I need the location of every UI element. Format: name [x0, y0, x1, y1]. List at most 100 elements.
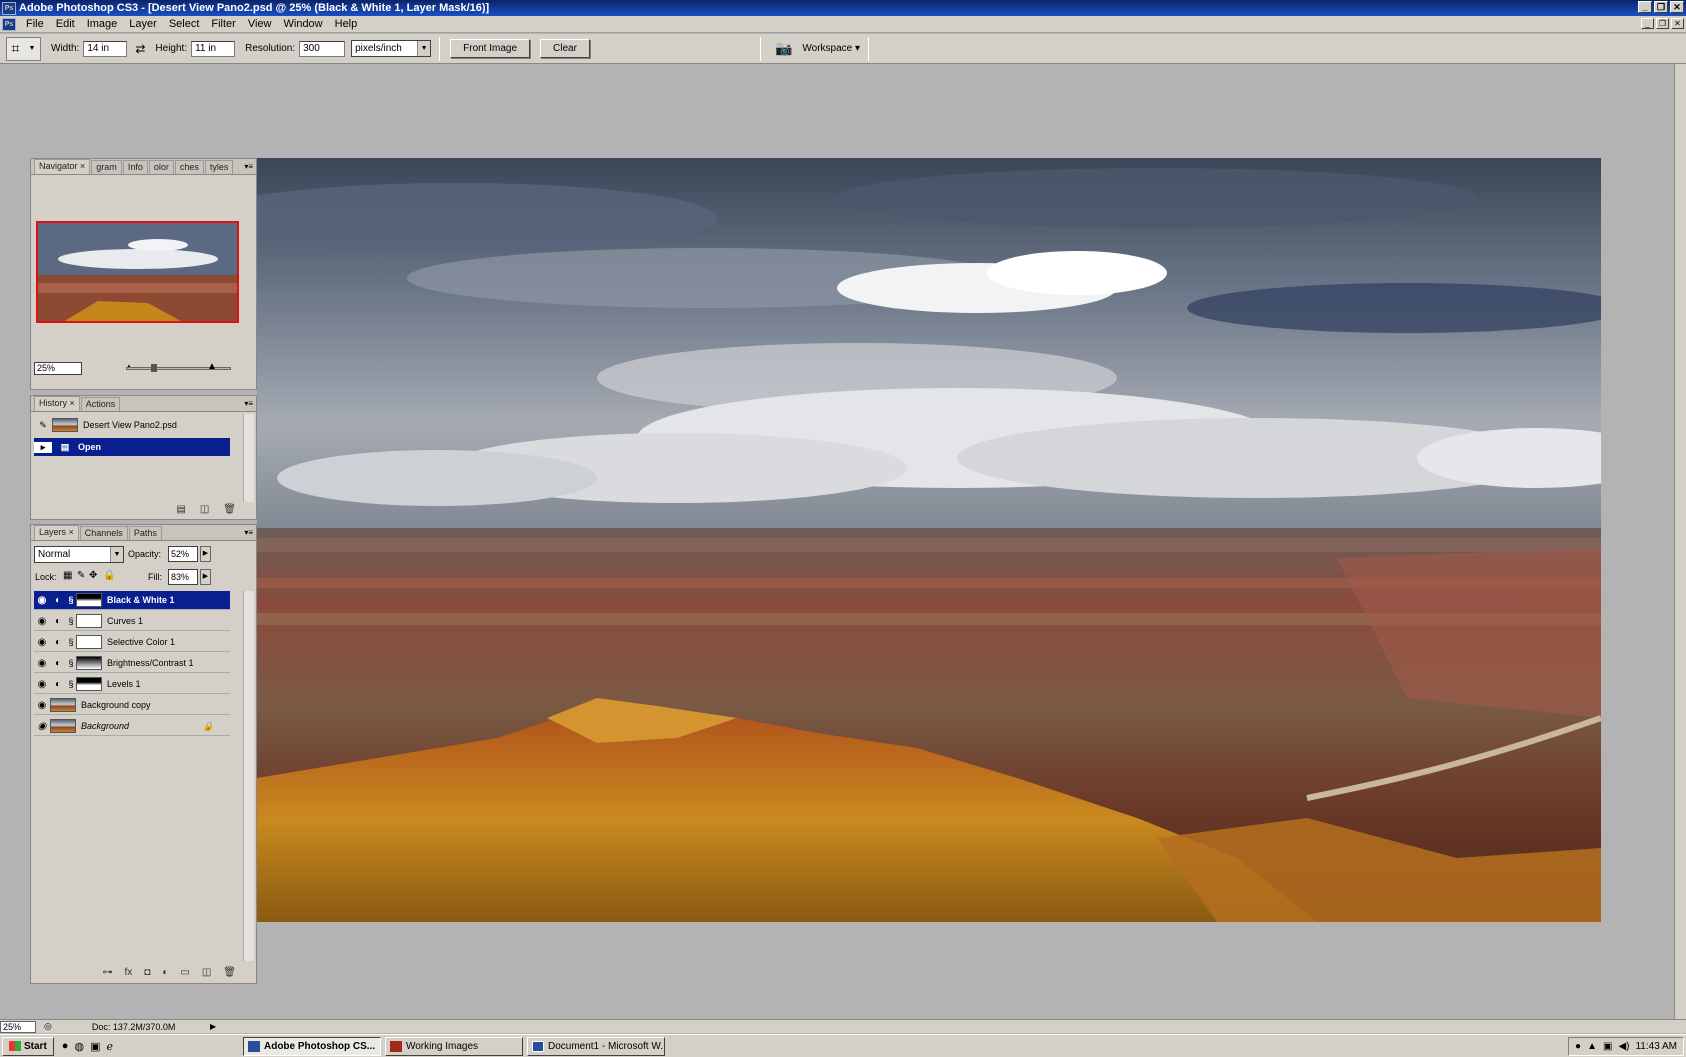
clear-button[interactable]: Clear	[540, 39, 590, 58]
layer-mask-thumbnail[interactable]	[76, 635, 102, 649]
desktop-icon[interactable]: ●	[62, 1040, 69, 1053]
eye-icon[interactable]: ◉	[34, 616, 50, 627]
opacity-input[interactable]: 52%	[168, 546, 198, 562]
network-icon[interactable]: ●	[1575, 1041, 1581, 1052]
tab-swatches[interactable]: ches	[174, 160, 204, 174]
history-scrollbar[interactable]	[243, 414, 254, 502]
alert-icon[interactable]: ▲	[1587, 1041, 1597, 1052]
link-icon[interactable]: §	[66, 637, 76, 647]
new-layer-icon[interactable]: ◫	[202, 967, 211, 978]
menu-select[interactable]: Select	[163, 18, 206, 30]
add-mask-icon[interactable]: ◘	[144, 967, 150, 978]
tab-navigator[interactable]: Navigator ×	[34, 159, 91, 174]
eye-icon[interactable]: ◉	[34, 679, 50, 690]
width-input[interactable]	[83, 40, 128, 57]
eye-icon[interactable]: ◉	[34, 700, 50, 711]
lock-image-icon[interactable]: ✎	[77, 570, 85, 581]
layer-row[interactable]: ◉ ◐ § Brightness/Contrast 1	[34, 654, 230, 673]
menu-image[interactable]: Image	[81, 18, 124, 30]
link-layers-icon[interactable]: ⊶	[103, 967, 113, 978]
fill-input[interactable]: 83%	[168, 569, 198, 585]
link-icon[interactable]: §	[66, 679, 76, 689]
browser-icon[interactable]: ℯ	[106, 1040, 113, 1053]
search-icon[interactable]: ◍	[74, 1040, 84, 1053]
layer-row[interactable]: ◉ Background 🔒	[34, 717, 230, 736]
panel-menu-icon[interactable]: ▾≡	[244, 162, 253, 171]
tab-styles[interactable]: tyles	[204, 160, 234, 174]
tab-history[interactable]: History ×	[34, 396, 80, 411]
layer-row[interactable]: ◉ ◐ § Levels 1	[34, 675, 230, 694]
menu-layer[interactable]: Layer	[123, 18, 163, 30]
navigator-thumbnail[interactable]	[36, 221, 239, 323]
link-icon[interactable]: §	[66, 595, 76, 605]
layer-row[interactable]: ◉ Background copy	[34, 696, 230, 715]
eye-icon[interactable]: ◉	[34, 721, 50, 732]
eye-icon[interactable]: ◉	[34, 595, 50, 606]
new-document-from-state-icon[interactable]: ▤	[176, 504, 185, 515]
panel-menu-icon[interactable]: ▾≡	[244, 399, 253, 408]
layer-row[interactable]: ◉ ◐ § Black & White 1	[34, 591, 230, 610]
panel-menu-icon[interactable]: ▾≡	[244, 528, 253, 537]
ps-app-icon[interactable]: Ps	[2, 1, 16, 15]
layer-row[interactable]: ◉ ◐ § Selective Color 1	[34, 633, 230, 652]
height-input[interactable]	[191, 40, 236, 57]
link-icon[interactable]: §	[66, 658, 76, 668]
tab-actions[interactable]: Actions	[80, 397, 121, 411]
status-zoom-input[interactable]: 25%	[0, 1020, 36, 1033]
new-adjustment-layer-icon[interactable]: ◐	[162, 967, 168, 978]
tab-channels[interactable]: Channels	[79, 526, 128, 540]
workspace-menu[interactable]: Workspace ▾	[802, 43, 860, 54]
doc-restore-icon[interactable]: ❐	[1656, 18, 1669, 29]
new-snapshot-icon[interactable]: ◫	[200, 504, 209, 515]
blend-mode-select[interactable]: Normal ▼	[34, 546, 124, 563]
tab-histogram[interactable]: gram	[91, 160, 122, 174]
menu-help[interactable]: Help	[329, 18, 364, 30]
layers-scrollbar[interactable]	[243, 591, 254, 961]
minimize-icon[interactable]: _	[1638, 1, 1652, 13]
layer-style-icon[interactable]: fx	[125, 967, 133, 978]
taskbar-button-bridge[interactable]: Working Images	[384, 1036, 523, 1056]
doc-minimize-icon[interactable]: _	[1641, 18, 1654, 29]
media-player-icon[interactable]: ▣	[90, 1040, 100, 1053]
tab-layers[interactable]: Layers ×	[34, 525, 79, 540]
tab-info[interactable]: Info	[122, 160, 148, 174]
bridge-camera-icon[interactable]: 📷	[775, 40, 792, 57]
taskbar-button-photoshop[interactable]: Adobe Photoshop CS...	[242, 1036, 381, 1056]
new-group-icon[interactable]: ▭	[180, 967, 189, 978]
fill-slider-arrow-icon[interactable]: ▶	[200, 569, 211, 585]
close-icon[interactable]: ✕	[1670, 1, 1684, 13]
taskbar-button-word[interactable]: Document1 - Microsoft W...	[526, 1036, 665, 1056]
tab-paths[interactable]: Paths	[128, 526, 162, 540]
clock[interactable]: 11:43 AM	[1635, 1041, 1677, 1052]
units-select[interactable]: pixels/inch ▼	[351, 40, 432, 57]
layer-mask-thumbnail[interactable]	[76, 614, 102, 628]
document-canvas[interactable]	[257, 158, 1601, 922]
start-button[interactable]: Start	[2, 1036, 54, 1056]
lock-position-icon[interactable]: ✥	[89, 570, 97, 581]
menu-file[interactable]: File	[20, 18, 50, 30]
layer-mask-thumbnail[interactable]	[76, 593, 102, 607]
document-icon[interactable]: Ps	[2, 17, 16, 31]
layer-row[interactable]: ◉ ◐ § Curves 1	[34, 612, 230, 631]
restore-icon[interactable]: ❐	[1654, 1, 1668, 13]
zoom-in-icon[interactable]: ▲	[207, 361, 217, 372]
doc-close-icon[interactable]: ✕	[1671, 18, 1684, 29]
layer-mask-thumbnail[interactable]	[76, 656, 102, 670]
menu-view[interactable]: View	[242, 18, 278, 30]
lock-transparency-icon[interactable]: ▦	[63, 570, 72, 581]
menu-window[interactable]: Window	[278, 18, 329, 30]
eye-icon[interactable]: ◉	[34, 637, 50, 648]
link-icon[interactable]: §	[66, 616, 76, 626]
menu-filter[interactable]: Filter	[205, 18, 241, 30]
eye-icon[interactable]: ◉	[34, 658, 50, 669]
volume-icon[interactable]: ◀)	[1618, 1041, 1629, 1052]
tray-app-icon[interactable]: ▣	[1603, 1041, 1612, 1052]
vertical-scrollbar[interactable]	[1674, 64, 1686, 1019]
swap-dimensions-icon[interactable]: ⇄	[135, 42, 145, 56]
trash-icon[interactable]: 🗑	[223, 967, 236, 978]
tab-color[interactable]: olor	[148, 160, 174, 174]
menu-edit[interactable]: Edit	[50, 18, 81, 30]
trash-icon[interactable]: 🗑	[223, 504, 236, 515]
history-step-open[interactable]: ▸ ▤ Open	[34, 438, 230, 456]
tool-preset-picker[interactable]: ⌗ ▼	[6, 36, 41, 61]
